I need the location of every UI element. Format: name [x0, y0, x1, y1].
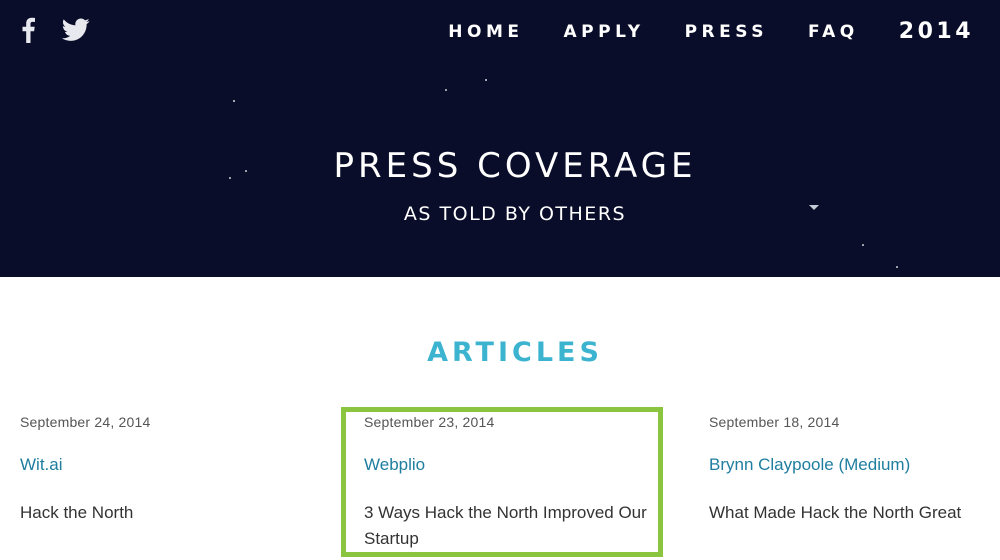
- article-card: September 18, 2014 Brynn Claypoole (Medi…: [709, 414, 1000, 526]
- page-title: PRESS COVERAGE: [333, 146, 697, 186]
- nav-press[interactable]: PRESS: [685, 18, 768, 46]
- star-decoration: [862, 244, 864, 246]
- article-headline: What Made Hack the North Great: [709, 503, 962, 522]
- page-subtitle: AS TOLD BY OTHERS: [403, 203, 627, 225]
- nav-apply[interactable]: APPLY: [564, 18, 645, 46]
- nav-home[interactable]: HOME: [448, 18, 523, 46]
- star-decoration: [485, 79, 487, 81]
- star-decoration: [896, 266, 898, 268]
- highlight-box: [341, 407, 663, 557]
- article-source-link[interactable]: Brynn Claypoole (Medium): [709, 455, 1000, 475]
- star-decoration: [445, 89, 447, 91]
- article-source-link[interactable]: Wit.ai: [20, 455, 320, 475]
- article-date: September 18, 2014: [709, 414, 840, 430]
- social-links: [20, 17, 90, 48]
- hero-banner: HOME APPLY PRESS FAQ 2014 PRESS COVERAGE…: [0, 0, 1000, 277]
- facebook-icon[interactable]: [20, 17, 36, 48]
- main-nav: HOME APPLY PRESS FAQ 2014: [408, 18, 974, 46]
- section-title: ARTICLES: [427, 337, 603, 368]
- nav-faq[interactable]: FAQ: [808, 18, 859, 46]
- article-date: September 24, 2014: [20, 414, 151, 430]
- star-decoration: [233, 100, 235, 102]
- article-card: September 24, 2014 Wit.ai Hack the North: [20, 414, 320, 526]
- twitter-icon[interactable]: [62, 18, 90, 47]
- article-headline: Hack the North: [20, 503, 134, 522]
- nav-year-2014[interactable]: 2014: [899, 18, 974, 46]
- caret-down-icon[interactable]: [809, 205, 819, 210]
